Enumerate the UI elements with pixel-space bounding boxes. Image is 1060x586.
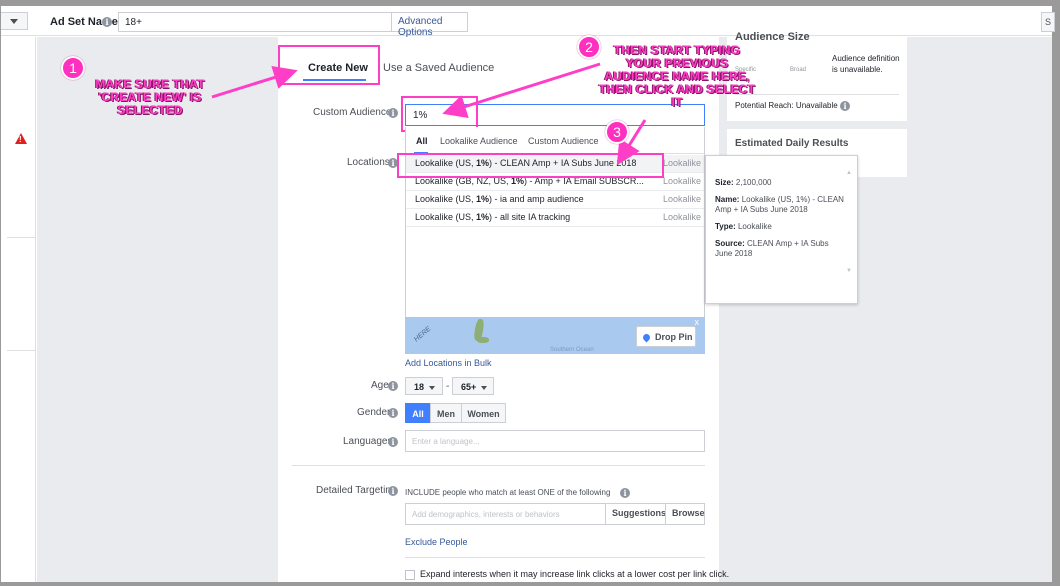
row-match: 1% [476,212,490,222]
expand-interests-label: Expand interests when it may increase li… [420,569,730,579]
age-min-select[interactable]: 18 [405,377,443,395]
dropdown-tab-custom[interactable]: Custom Audience [528,136,599,146]
row-type: Lookalike [662,212,701,222]
annotation-step-1: MAKE SURE THAT 'CREATE NEW' IS SELECTED [95,77,205,117]
gender-women-button[interactable]: Women [461,403,506,423]
row-text: ) - ia and amp audience [489,194,584,204]
divider [735,94,899,95]
row-type: Lookalike [662,194,701,204]
age-min-value: 18 [414,382,425,392]
detailed-targeting-label: Detailed Targeting [316,485,397,496]
campaign-dropdown[interactable] [1,12,28,30]
highlight-create-new [278,45,380,85]
audience-size-title: Audience Size [735,31,810,43]
section-divider [292,465,705,466]
tooltip-type-label: Type: [715,222,736,231]
window-frame-right [1052,0,1060,586]
warning-icon [15,133,27,144]
age-max-select[interactable]: 65+ [452,377,494,395]
list-item[interactable]: Lookalike (US, 1%) - all site IA trackin… [406,209,704,227]
list-item[interactable]: Lookalike (US, 1%) - ia and amp audience… [406,191,704,209]
divider [7,237,36,238]
row-type: Lookalike [662,158,701,168]
info-icon[interactable]: i [388,486,398,496]
tooltip-size: Size: 2,100,000 [715,178,845,188]
adset-name-input[interactable]: 18+ Advanced Options [118,12,468,38]
info-icon[interactable]: i [839,101,850,111]
gauge-broad-label: Broad [790,67,807,73]
top-header: Ad Set Name i 18+ Advanced Options S [1,6,1055,38]
chevron-down-icon [481,385,488,390]
tooltip-name-label: Name: [715,195,740,204]
row-text: ) - all site IA tracking [489,212,571,222]
audience-detail-tooltip: ▲ Size: 2,100,000 Name: Lookalike (US, 1… [705,155,858,304]
drop-pin-button[interactable]: Drop Pin [636,326,696,347]
exclude-people-link[interactable]: Exclude People [405,537,468,547]
browse-button[interactable]: Browse [665,503,711,525]
scroll-down-icon[interactable]: ▼ [846,268,852,274]
detailed-targeting-input[interactable]: Add demographics, interests or behaviors… [405,503,705,525]
dropdown-tab-all[interactable]: All [416,136,428,146]
background-panel [37,37,278,582]
audience-definition-text: Audience definition is unavailable. [832,54,900,74]
drop-pin-label: Drop Pin [655,332,693,342]
tab-saved-audience[interactable]: Use a Saved Audience [383,62,494,74]
tooltip-size-value: 2,100,000 [735,178,772,187]
row-text: Lookalike (US, [415,194,477,204]
map-provider-logo: HERE [413,325,433,344]
age-max-value: 65+ [461,382,477,392]
tooltip-type-value: Lookalike [737,222,772,231]
tooltip-source: Source: CLEAN Amp + IA Subs June 2018 [715,239,845,259]
locations-label: Locations [347,157,390,168]
row-text: Lookalike (US, [415,212,477,222]
tooltip-type: Type: Lookalike [715,222,845,232]
step-badge-3: 3 [605,120,629,144]
window-frame-bottom [0,582,1060,586]
info-icon[interactable]: i [388,437,398,447]
detailed-targeting-placeholder: Add demographics, interests or behaviors [412,510,560,519]
step-badge-1: 1 [61,56,85,80]
row-type: Lookalike [662,176,701,186]
add-locations-bulk-link[interactable]: Add Locations in Bulk [405,358,492,368]
scroll-up-icon[interactable]: ▲ [846,170,852,176]
map-ocean-label: Southern Ocean [550,347,594,353]
left-nav [1,37,36,582]
estimated-results-title: Estimated Daily Results [735,138,849,149]
gender-all-button[interactable]: All [405,403,431,423]
dropdown-tab-lookalike[interactable]: Lookalike Audience [440,136,518,146]
languages-placeholder: Enter a language... [412,437,480,446]
detailed-targeting-description: INCLUDE people who match at least ONE of… [405,488,611,497]
row-match: 1% [476,194,490,204]
expand-interests-checkbox[interactable] [405,570,415,580]
languages-input[interactable]: Enter a language... [405,430,705,452]
info-icon[interactable]: i [102,17,112,27]
advanced-options-link[interactable]: Advanced Options [391,12,467,38]
tooltip-source-label: Source: [715,239,745,248]
highlight-first-row [397,153,664,178]
info-icon[interactable]: i [620,488,630,498]
info-icon[interactable]: i [388,408,398,418]
tooltip-name: Name: Lookalike (US, 1%) - CLEAN Amp + I… [715,195,845,215]
section-divider [405,557,705,558]
annotation-step-2: THEN START TYPING YOUR PREVIOUS AUDIENCE… [598,43,756,109]
info-icon[interactable]: i [388,108,398,118]
map-land [477,337,489,343]
pin-icon [641,332,652,343]
languages-label: Languages [343,436,393,447]
top-right-button[interactable]: S [1041,12,1055,32]
age-label: Age [371,380,389,391]
adset-name-value: 18+ [125,17,142,28]
divider [7,350,36,351]
tooltip-size-label: Size: [715,178,734,187]
gender-label: Gender [357,407,391,418]
gender-men-button[interactable]: Men [430,403,462,423]
age-separator: - [446,381,450,392]
custom-audiences-label: Custom Audiences [313,107,397,118]
chevron-down-icon [10,19,18,24]
info-icon[interactable]: i [388,381,398,391]
suggestions-button[interactable]: Suggestions [605,503,672,525]
chevron-down-icon [429,385,436,390]
dropdown-tabs: All Lookalike Audience Custom Audience [406,127,704,154]
